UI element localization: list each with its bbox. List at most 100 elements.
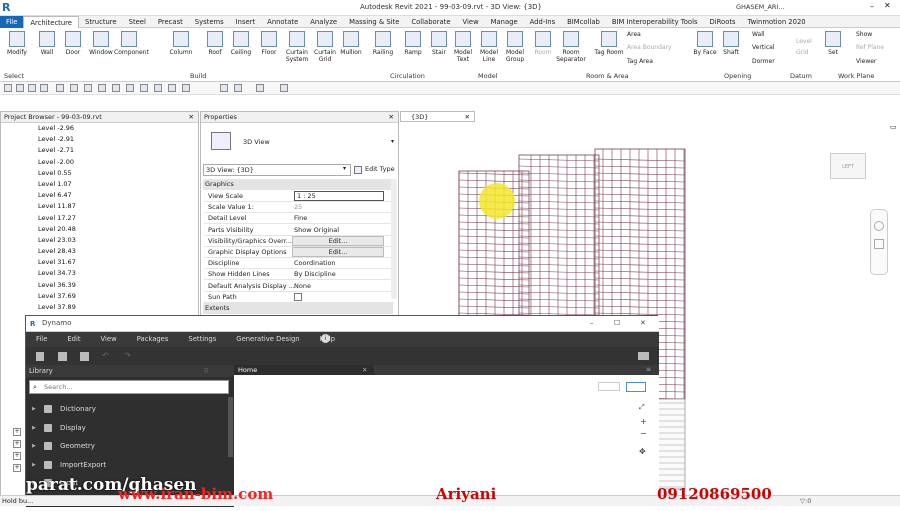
revit-logo[interactable]: R xyxy=(2,1,14,14)
instance-selector[interactable]: 3D View: {3D} xyxy=(203,164,351,176)
vertical-small-button[interactable]: Vertical xyxy=(752,44,774,51)
panel-model[interactable]: Model xyxy=(478,72,498,80)
zoom-out-icon[interactable]: − xyxy=(640,429,647,438)
panel-build[interactable]: Build xyxy=(190,72,206,80)
property-value[interactable]: Coordination xyxy=(294,259,336,267)
panel-work-plane[interactable]: Work Plane xyxy=(838,72,874,80)
restore-icon[interactable]: ▭ xyxy=(890,123,897,131)
type-dropdown-icon[interactable]: ▾ xyxy=(391,138,394,145)
section-icon[interactable] xyxy=(140,84,148,92)
ceiling-button[interactable]: Ceiling xyxy=(226,31,256,71)
tab-bimcollab[interactable]: BIMcollab xyxy=(561,16,606,28)
property-value[interactable]: Show Original xyxy=(294,226,339,234)
level-item[interactable]: Level 36.39 xyxy=(1,280,198,291)
level-item[interactable]: Level -2.96 xyxy=(1,123,198,134)
window-button[interactable]: Window xyxy=(86,31,116,71)
property-value[interactable]: By Discipline xyxy=(294,270,336,278)
tab-bim-interoperability-tools[interactable]: BIM Interoperability Tools xyxy=(606,16,704,28)
level-item[interactable]: Level 11.87 xyxy=(1,201,198,212)
tab-massing-site[interactable]: Massing & Site xyxy=(343,16,405,28)
graphics-group-header[interactable]: Graphics xyxy=(203,179,393,190)
redo-icon[interactable]: ↷ xyxy=(124,351,131,360)
tab-analyze[interactable]: Analyze xyxy=(304,16,343,28)
dynamo-menu-packages[interactable]: Packages xyxy=(127,332,179,347)
tab-steel[interactable]: Steel xyxy=(123,16,152,28)
component-button[interactable]: Component xyxy=(114,31,149,71)
property-value[interactable]: None xyxy=(294,282,311,290)
pan-icon[interactable]: ✥ xyxy=(639,447,646,456)
run-icon[interactable] xyxy=(280,84,288,92)
show-small-button[interactable]: Show xyxy=(856,31,872,38)
tab-precast[interactable]: Precast xyxy=(152,16,189,28)
library-search-box[interactable]: ⌕ xyxy=(29,380,229,394)
3d-view-icon[interactable] xyxy=(126,84,134,92)
curtain-system-button[interactable]: Curtain System xyxy=(282,31,312,71)
set-button[interactable]: Set xyxy=(818,31,848,71)
viewcube[interactable]: LEFT xyxy=(830,153,866,179)
dynamo-menu-generative-design[interactable]: Generative Design xyxy=(226,332,309,347)
tab-view[interactable]: View xyxy=(457,16,485,28)
steering-wheel-icon[interactable] xyxy=(874,221,884,231)
save-file-icon[interactable] xyxy=(80,352,89,361)
level-item[interactable]: Level 37.89 xyxy=(1,302,198,313)
view-toggle-icon[interactable] xyxy=(626,382,646,392)
save-icon[interactable] xyxy=(16,84,24,92)
cascade-icon[interactable] xyxy=(234,84,242,92)
preview-toggle-icon[interactable] xyxy=(598,382,620,391)
grid-small-button[interactable]: Grid xyxy=(796,49,809,56)
dormer-small-button[interactable]: Dormer xyxy=(752,58,775,65)
tab-add-ins[interactable]: Add-Ins xyxy=(524,16,561,28)
close-icon[interactable]: ✕ xyxy=(465,112,470,122)
dynamo-menu-file[interactable]: File xyxy=(26,332,57,347)
library-item-importexport[interactable]: ▶ ImportExport xyxy=(26,456,226,474)
level-item[interactable]: Level 37.69 xyxy=(1,291,198,302)
tab-twinmotion-2020[interactable]: Twinmotion 2020 xyxy=(742,16,812,28)
close-icon[interactable]: ✕ xyxy=(389,112,394,122)
property-value[interactable]: 1 : 25 xyxy=(294,191,384,201)
tile-icon[interactable] xyxy=(220,84,228,92)
tag-icon[interactable] xyxy=(98,84,106,92)
switch-windows-icon[interactable] xyxy=(182,84,190,92)
viewer-small-button[interactable]: Viewer xyxy=(856,58,876,65)
expand-icon[interactable]: + xyxy=(13,440,21,448)
panel-opening[interactable]: Opening xyxy=(724,72,751,80)
maximize-icon[interactable]: ☐ xyxy=(614,316,620,331)
level-item[interactable]: Level 0.55 xyxy=(1,168,198,179)
filter-icon[interactable]: ▽:0 xyxy=(800,497,811,505)
close-hidden-icon[interactable] xyxy=(168,84,176,92)
dynamo-menu-view[interactable]: View xyxy=(91,332,127,347)
modify-button[interactable]: Modify xyxy=(2,31,32,71)
open-icon[interactable] xyxy=(4,84,12,92)
tab-menu-icon[interactable]: ≡ xyxy=(646,366,651,373)
dimension-icon[interactable] xyxy=(84,84,92,92)
floor-button[interactable]: Floor xyxy=(254,31,284,71)
model-group-button[interactable]: Model Group xyxy=(500,31,530,71)
redo-icon[interactable] xyxy=(40,84,48,92)
panel-datum[interactable]: Datum xyxy=(790,72,812,80)
new-file-icon[interactable] xyxy=(36,352,44,361)
level-item[interactable]: Level 1.07 xyxy=(1,179,198,190)
panel-select[interactable]: Select xyxy=(4,72,24,80)
fit-view-icon[interactable]: ⤢ xyxy=(639,403,645,412)
minimize-icon[interactable]: – xyxy=(590,316,594,331)
open-file-icon[interactable] xyxy=(58,352,67,361)
view-tab[interactable]: {3D} ✕ xyxy=(400,111,475,122)
tab-annotate[interactable]: Annotate xyxy=(261,16,304,28)
dynamo-menu-settings[interactable]: Settings xyxy=(178,332,226,347)
wall-small-button[interactable]: Wall xyxy=(752,31,765,38)
info-icon[interactable]: i xyxy=(321,334,330,343)
ref-plane-small-button[interactable]: Ref Plane xyxy=(856,44,884,51)
undo-icon[interactable]: ↶ xyxy=(102,351,109,360)
library-item-dictionary[interactable]: ▶ Dictionary xyxy=(26,400,226,418)
tab-structure[interactable]: Structure xyxy=(79,16,123,28)
tag-area-small-button[interactable]: Tag Area xyxy=(627,58,653,65)
level-item[interactable]: Level 6.47 xyxy=(1,190,198,201)
mullion-button[interactable]: Mullion xyxy=(336,31,366,71)
level-item[interactable]: Level 23.03 xyxy=(1,235,198,246)
user-name[interactable]: GHASEM_ARI... xyxy=(736,3,785,11)
library-item-display[interactable]: ▶ Display xyxy=(26,419,226,437)
tab-manage[interactable]: Manage xyxy=(485,16,524,28)
close-icon[interactable]: ✕ xyxy=(362,365,367,375)
visibility-icon[interactable] xyxy=(256,84,264,92)
close-icon[interactable]: ✕ xyxy=(884,1,891,10)
